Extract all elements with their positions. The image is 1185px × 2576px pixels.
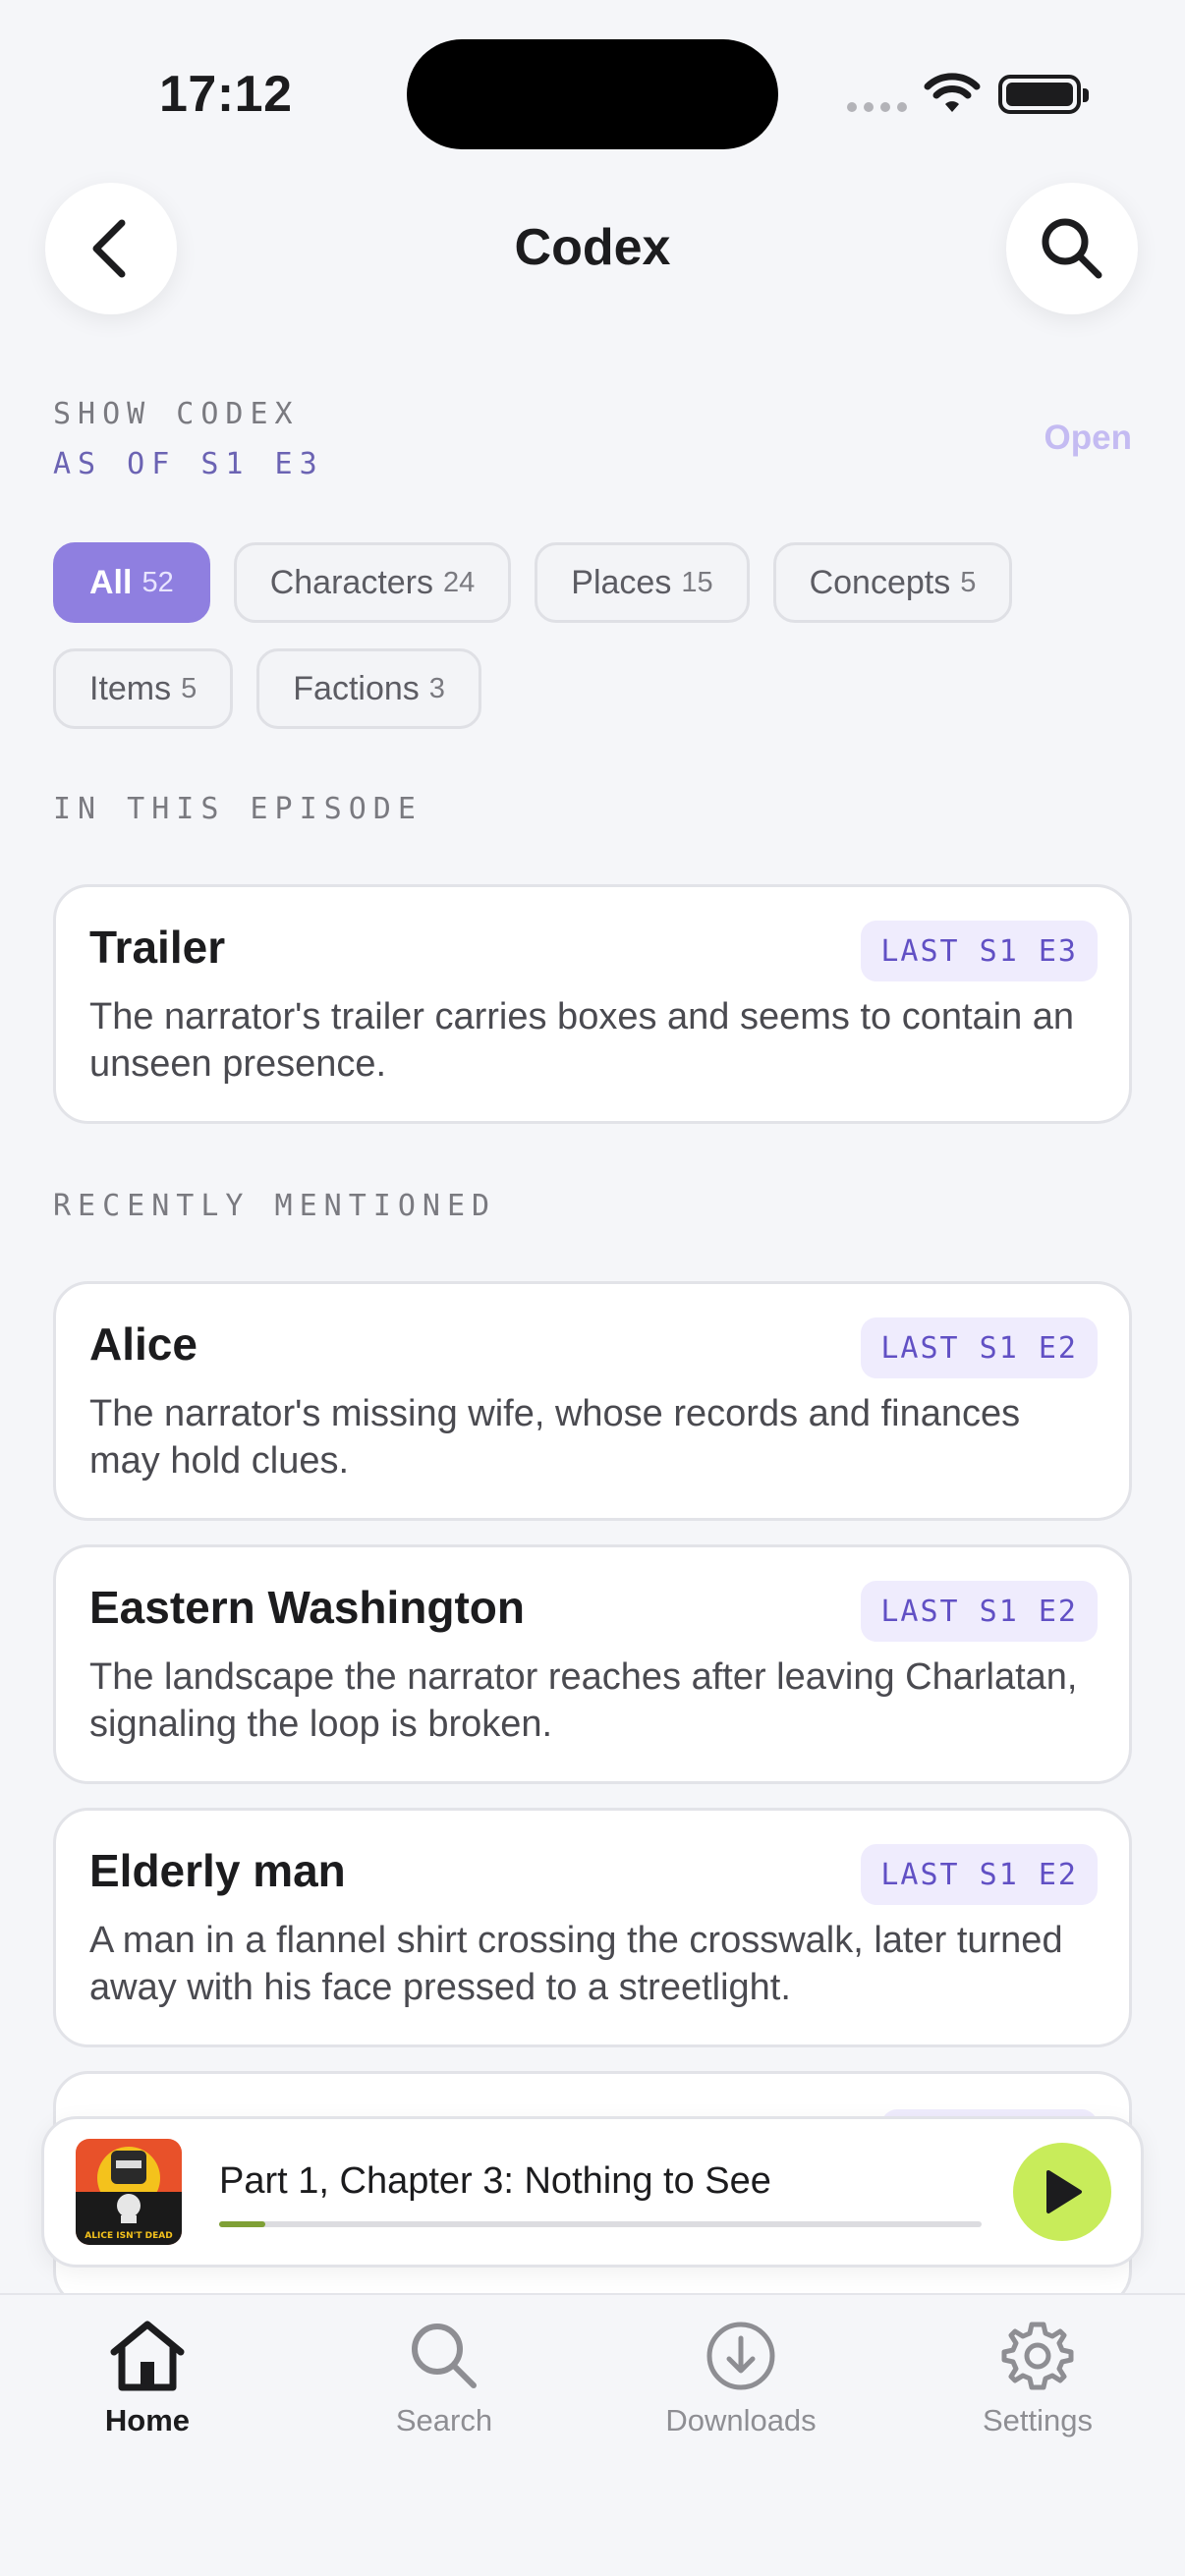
gear-icon [1001, 2322, 1074, 2390]
chip-label: Places [571, 563, 672, 601]
playback-progress-bar[interactable] [219, 2221, 982, 2227]
entry-description: The narrator's trailer carries boxes and… [89, 996, 1075, 1085]
chip-label: Concepts [809, 563, 951, 601]
codex-entry-card[interactable]: Trailer LAST S1 E3 The narrator's traile… [53, 884, 1132, 1124]
play-button[interactable] [1013, 2143, 1111, 2241]
filter-chip-all[interactable]: All 52 [53, 542, 210, 623]
now-playing-title: Part 1, Chapter 3: Nothing to See [219, 2160, 771, 2202]
filter-chip-factions[interactable]: Factions 3 [256, 648, 481, 729]
last-episode-badge: LAST S1 E2 [861, 1317, 1098, 1378]
tab-downloads[interactable]: Downloads [623, 2319, 859, 2438]
codex-entry-card[interactable]: Elderly man LAST S1 E2 A man in a flanne… [53, 1808, 1132, 2047]
tab-label: Search [395, 2403, 493, 2437]
show-codex-label: SHOW CODEX [53, 397, 300, 431]
entry-description: The landscape the narrator reaches after… [89, 1656, 1078, 1745]
chip-label: Items [89, 669, 172, 707]
chip-count: 24 [443, 566, 476, 598]
tab-label: Settings [982, 2403, 1093, 2437]
tab-label: Downloads [665, 2403, 817, 2437]
cellular-signal-icon [847, 102, 907, 112]
chip-count: 5 [960, 566, 977, 598]
chip-count: 5 [181, 672, 198, 704]
search-icon [1042, 218, 1102, 279]
play-icon [1046, 2170, 1082, 2213]
search-button[interactable] [1006, 183, 1138, 314]
download-icon [706, 2322, 775, 2390]
chip-count: 52 [141, 566, 174, 598]
tab-home[interactable]: Home [29, 2319, 265, 2438]
filter-chip-characters[interactable]: Characters 24 [233, 542, 512, 623]
wifi-icon [924, 73, 981, 112]
open-codex-link[interactable]: Open [1044, 419, 1132, 458]
chip-label: Characters [269, 563, 433, 601]
chip-count: 15 [681, 566, 713, 598]
codex-entry-card[interactable]: Alice LAST S1 E2 The narrator's missing … [53, 1281, 1132, 1521]
as-of-episode-label: AS OF S1 E3 [53, 447, 324, 481]
status-bar: 17:12 [0, 0, 1185, 149]
last-episode-badge: LAST S1 E2 [861, 1844, 1098, 1905]
search-icon [412, 2324, 477, 2388]
chip-label: All [89, 563, 133, 601]
last-episode-badge: LAST S1 E3 [861, 921, 1098, 981]
tab-label: Home [104, 2403, 191, 2437]
section-header-recently-mentioned: RECENTLY MENTIONED [53, 1189, 497, 1223]
home-icon [110, 2321, 185, 2391]
tab-search[interactable]: Search [326, 2319, 562, 2438]
battery-icon [998, 75, 1089, 114]
filter-chip-places[interactable]: Places 15 [535, 542, 750, 623]
last-episode-badge: LAST S1 E2 [861, 1581, 1098, 1642]
podcast-cover-art: ALICE ISN'T DEAD [76, 2139, 182, 2245]
chip-count: 3 [428, 672, 445, 704]
entry-description: The narrator's missing wife, whose recor… [89, 1393, 1021, 1482]
svg-text:ALICE ISN'T DEAD: ALICE ISN'T DEAD [85, 2231, 172, 2241]
entry-description: A man in a flannel shirt crossing the cr… [89, 1920, 1063, 2008]
filter-chip-concepts[interactable]: Concepts 5 [772, 542, 1013, 623]
bottom-tab-bar: Home Search Downloads Settings [0, 2293, 1185, 2576]
playback-progress-fill [219, 2221, 265, 2227]
filter-chip-items[interactable]: Items 5 [53, 648, 234, 729]
chip-label: Factions [293, 669, 420, 707]
section-header-in-this-episode: IN THIS EPISODE [53, 792, 423, 826]
dynamic-island [407, 39, 778, 149]
codex-entry-card[interactable]: Eastern Washington LAST S1 E2 The landsc… [53, 1544, 1132, 1784]
mini-player[interactable]: ALICE ISN'T DEAD Part 1, Chapter 3: Noth… [41, 2116, 1144, 2268]
category-filter-chips: All 52 Characters 24 Places 15 Concepts 5 It… [53, 542, 1134, 729]
status-time: 17:12 [159, 66, 293, 123]
tab-settings[interactable]: Settings [920, 2319, 1156, 2438]
